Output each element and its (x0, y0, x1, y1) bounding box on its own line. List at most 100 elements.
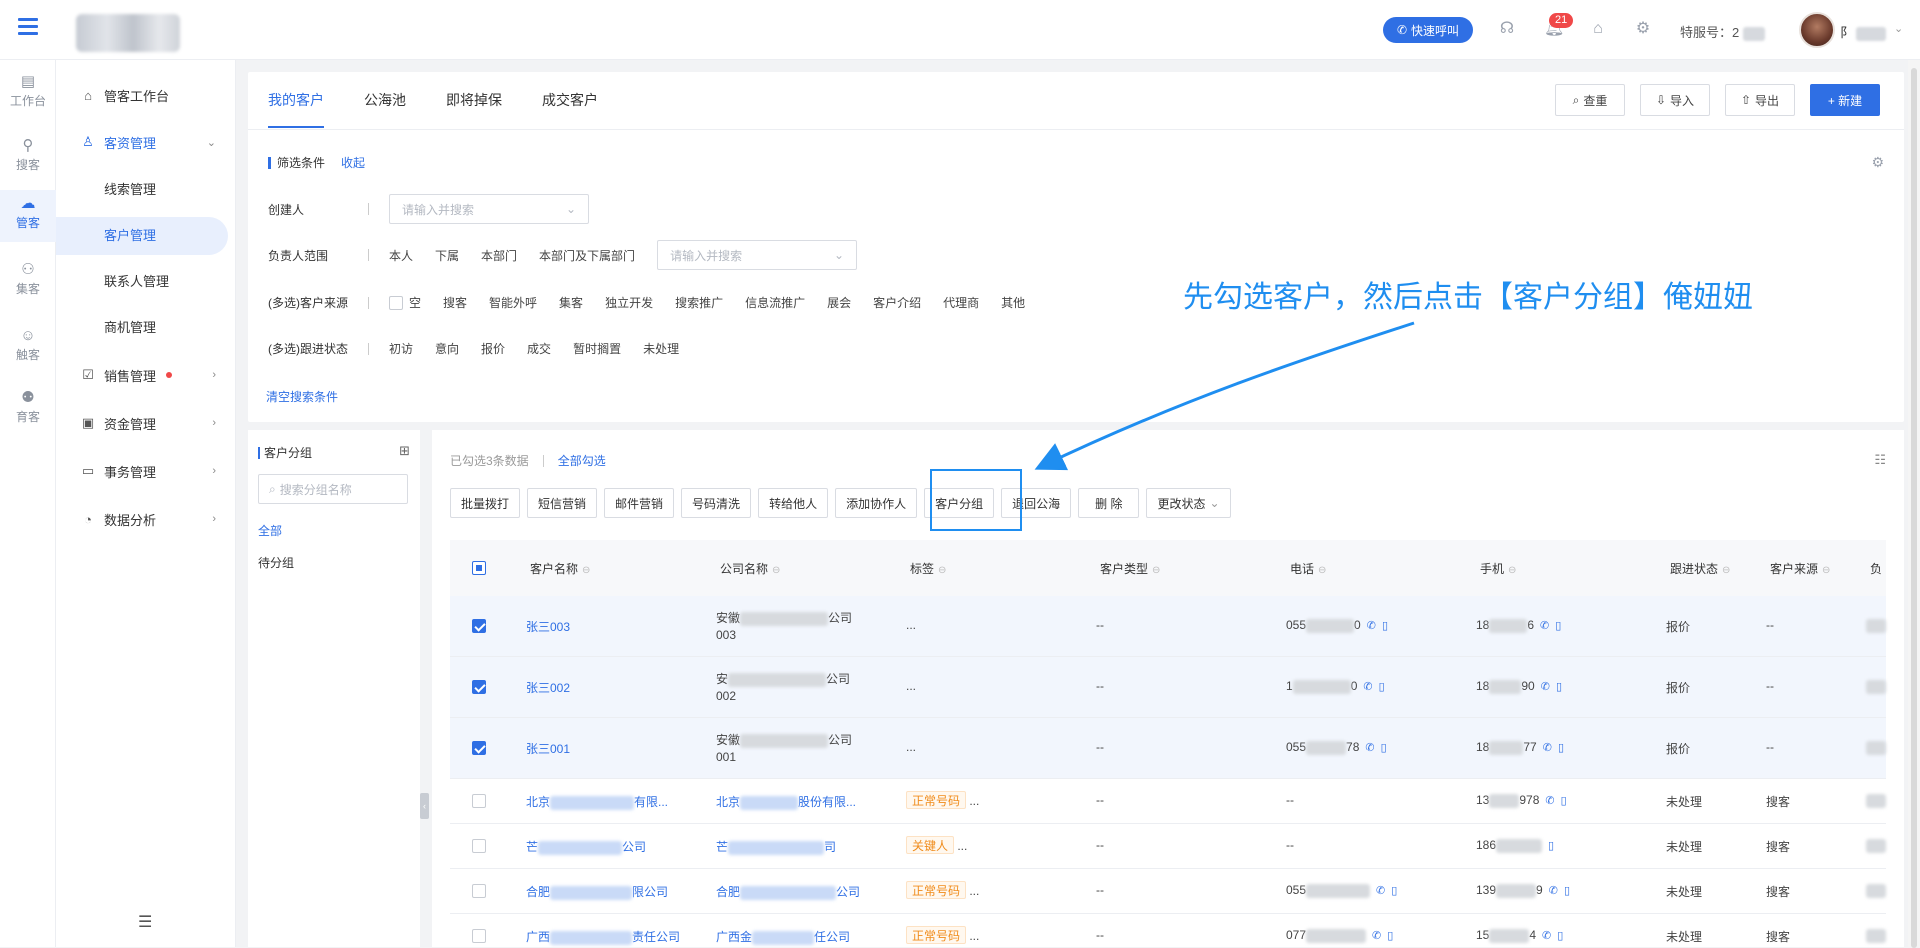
mobile-icon[interactable]: ▯ (1382, 620, 1388, 632)
source-option[interactable]: 搜索推广 (675, 294, 723, 311)
transfer-button[interactable]: 转给他人 (758, 488, 829, 518)
dedupe-button[interactable]: ⌕ 查重 (1555, 84, 1625, 116)
add-group-icon[interactable]: ⊞ (399, 443, 410, 459)
row-checkbox[interactable] (472, 680, 486, 694)
creator-select[interactable]: 请输入并搜索 ⌄ (389, 194, 589, 224)
phone-call-icon[interactable]: ✆ (1549, 885, 1558, 897)
row-checkbox[interactable] (472, 741, 486, 755)
phone-call-icon[interactable]: ✆ (1540, 620, 1549, 632)
rail-item-crm[interactable]: ☁ 管客 (0, 190, 56, 242)
table-row[interactable]: 合肥 限公司 合肥 公司 正常号码 ... -- 055 ✆ ▯ 139 9 ✆ ▯ 未处理 … (450, 869, 1886, 914)
row-checkbox[interactable] (472, 619, 486, 633)
col-mobile[interactable]: 手机 ⊖ (1480, 560, 1516, 577)
customer-name-link[interactable]: 广西 责任公司 (526, 928, 680, 945)
rail-item-search[interactable]: ⚲ 搜客 (0, 132, 56, 184)
group-search-input[interactable]: ⌕ 搜索分组名称 (258, 474, 408, 504)
status-option[interactable]: 初访 (389, 340, 413, 357)
source-option[interactable]: 集客 (559, 294, 583, 311)
source-empty-checkbox[interactable] (389, 295, 403, 310)
col-type[interactable]: 客户类型 ⊖ (1100, 560, 1160, 577)
status-option[interactable]: 报价 (481, 340, 505, 357)
customer-name-link[interactable]: 张三002 (526, 679, 570, 696)
status-option[interactable]: 未处理 (643, 340, 679, 357)
rail-item-workbench[interactable]: ▤ 工作台 (0, 68, 56, 120)
submenu-contacts[interactable]: 联系人管理 (56, 263, 228, 301)
owner-option[interactable]: 本人 (389, 247, 413, 264)
tab-my-customers[interactable]: 我的客户 (268, 72, 324, 128)
group-item-all[interactable]: 全部 (258, 522, 282, 539)
status-option[interactable]: 成交 (527, 340, 551, 357)
source-option[interactable]: 代理商 (943, 294, 979, 311)
mobile-icon[interactable]: ▯ (1556, 681, 1562, 693)
tab-expiring[interactable]: 即将掉保 (446, 72, 502, 128)
mobile-icon[interactable]: ▯ (1561, 795, 1567, 807)
chevron-down-icon[interactable]: ⌄ (1894, 22, 1903, 35)
delete-button[interactable]: 删 除 (1078, 488, 1140, 518)
col-tags[interactable]: 标签 ⊖ (910, 560, 946, 577)
menu-finance[interactable]: ▣ 资金管理 › (56, 403, 236, 443)
source-option[interactable]: 智能外呼 (489, 294, 537, 311)
source-option[interactable]: 独立开发 (605, 294, 653, 311)
phone-call-icon[interactable]: ✆ (1543, 742, 1552, 754)
owner-select[interactable]: 请输入并搜索 ⌄ (657, 240, 858, 270)
user-name[interactable]: 阝 (1840, 22, 1887, 41)
col-customer-name[interactable]: 客户名称 ⊖ (530, 560, 590, 577)
submenu-customers[interactable]: 客户管理 (56, 217, 228, 255)
number-clean-button[interactable]: 号码清洗 (681, 488, 752, 518)
headset-icon[interactable]: ☊ (1498, 20, 1516, 38)
col-owner[interactable]: 负 (1870, 560, 1882, 577)
source-option[interactable]: 搜客 (443, 294, 467, 311)
menu-analytics[interactable]: ◔ 数据分析 › (56, 499, 236, 539)
customer-name-link[interactable]: 芒公司 (526, 838, 646, 855)
menu-customer-mgmt[interactable]: ♙ 客资管理 ⌄ (56, 122, 236, 162)
gear-icon[interactable]: ⚙ (1871, 154, 1884, 171)
page-scrollbar[interactable] (1908, 60, 1920, 948)
status-option[interactable]: 暂时搁置 (573, 340, 621, 357)
col-phone[interactable]: 电话 ⊖ (1290, 560, 1326, 577)
company-name-link[interactable]: 北京 股份有限... (716, 793, 856, 810)
source-option[interactable]: 展会 (827, 294, 851, 311)
table-row[interactable]: 芒公司 芒司 关键人 ... -- -- 186 ▯ 未处理 搜客 (450, 824, 1886, 869)
phone-call-icon[interactable]: ✆ (1367, 620, 1376, 632)
quick-call-button[interactable]: ✆ 快速呼叫 (1383, 17, 1473, 43)
mobile-icon[interactable]: ▯ (1391, 885, 1397, 897)
mobile-icon[interactable]: ▯ (1548, 840, 1554, 852)
collapse-menu-icon[interactable]: ☰ (138, 912, 152, 932)
source-option[interactable]: 客户介绍 (873, 294, 921, 311)
status-option[interactable]: 意向 (435, 340, 459, 357)
col-company[interactable]: 公司名称 ⊖ (720, 560, 780, 577)
select-all-link[interactable]: 全部勾选 (558, 452, 606, 469)
row-checkbox[interactable] (472, 794, 486, 808)
mobile-icon[interactable]: ▯ (1381, 742, 1387, 754)
source-option[interactable]: 空 (409, 294, 421, 311)
owner-option[interactable]: 本部门及下属部门 (539, 247, 635, 264)
avatar[interactable] (1799, 12, 1835, 48)
source-option[interactable]: 信息流推广 (745, 294, 805, 311)
customer-name-link[interactable]: 北京 有限... (526, 793, 668, 810)
mobile-icon[interactable]: ▯ (1564, 885, 1570, 897)
mobile-icon[interactable]: ▯ (1557, 930, 1563, 942)
row-checkbox[interactable] (472, 839, 486, 853)
home-icon[interactable]: ⌂ (1589, 20, 1607, 38)
table-row[interactable]: 张三001 安徽 公司 001 ... -- 055 78 ✆ ▯ 18 77 ✆ ▯ 报价 … (450, 718, 1886, 779)
rail-item-touch[interactable]: ☺ 触客 (0, 322, 56, 374)
phone-call-icon[interactable]: ✆ (1376, 885, 1385, 897)
phone-call-icon[interactable]: ✆ (1365, 742, 1374, 754)
add-collaborator-button[interactable]: 添加协作人 (835, 488, 918, 518)
phone-call-icon[interactable]: ✆ (1545, 795, 1554, 807)
mobile-icon[interactable]: ▯ (1555, 620, 1561, 632)
column-settings-icon[interactable]: ☷ (1874, 452, 1886, 468)
menu-sales[interactable]: ☑ 销售管理 › (56, 355, 236, 395)
owner-option[interactable]: 下属 (435, 247, 459, 264)
group-item-pending[interactable]: 待分组 (258, 554, 294, 571)
import-button[interactable]: ⇩ 导入 (1640, 84, 1710, 116)
phone-call-icon[interactable]: ✆ (1541, 681, 1550, 693)
tab-public-pool[interactable]: 公海池 (364, 72, 406, 128)
row-checkbox[interactable] (472, 884, 486, 898)
company-name-link[interactable]: 芒司 (716, 838, 836, 855)
export-button[interactable]: ⇧ 导出 (1725, 84, 1795, 116)
batch-call-button[interactable]: 批量拨打 (450, 488, 521, 518)
collapse-group-panel-icon[interactable]: ‹ (420, 793, 429, 819)
phone-call-icon[interactable]: ✆ (1542, 930, 1551, 942)
gear-icon[interactable]: ⚙ (1634, 20, 1652, 38)
